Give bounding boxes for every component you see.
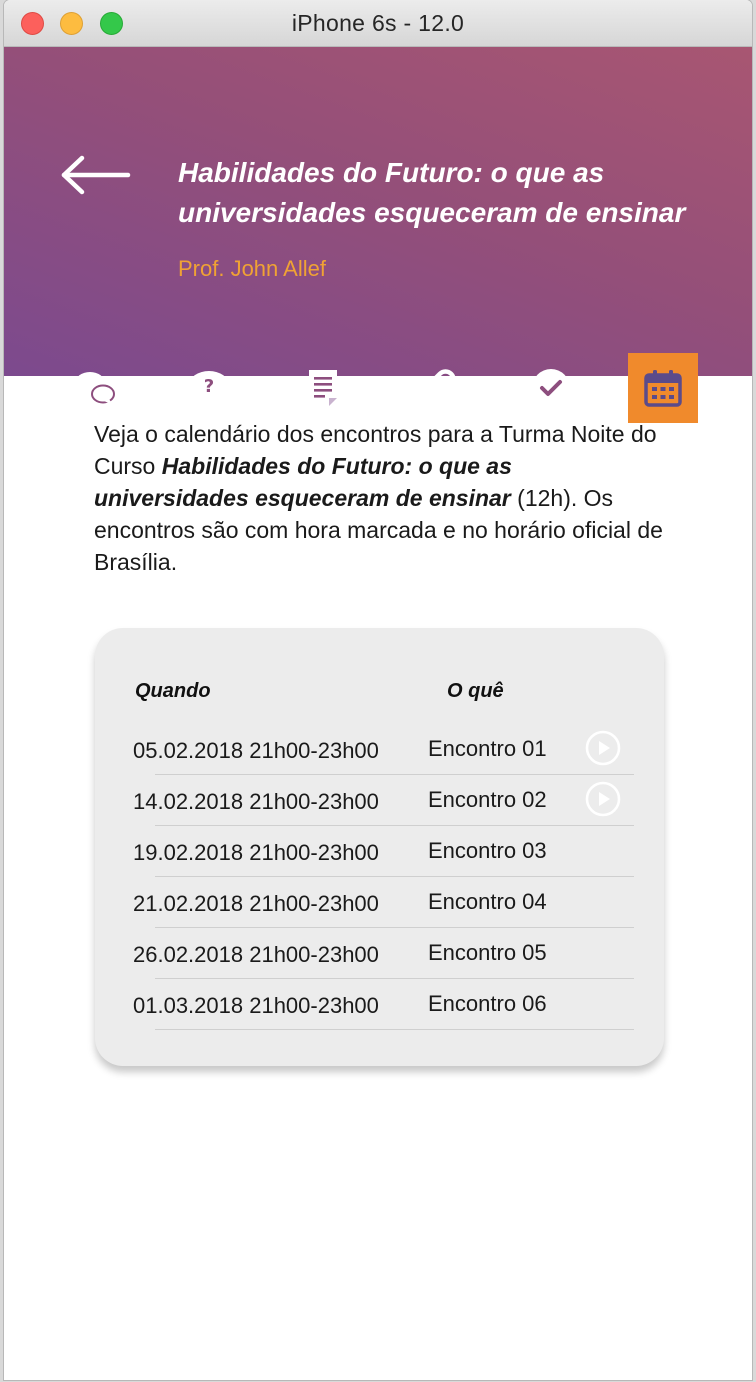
row-when: 26.02.2018 21h00-23h00	[133, 942, 379, 967]
play-icon[interactable]	[585, 730, 621, 766]
tab-documents[interactable]	[288, 353, 358, 423]
checkmark-circle-icon	[532, 369, 570, 407]
tab-questions[interactable]: ?	[174, 353, 244, 423]
chat-bubbles-icon	[75, 372, 115, 405]
minimize-window-button[interactable]	[60, 12, 83, 35]
row-what: Encontro 05	[428, 940, 547, 965]
play-icon[interactable]	[585, 781, 621, 817]
row-what: Encontro 06	[428, 991, 547, 1016]
column-header-when: Quando	[135, 680, 211, 702]
svg-text:?: ?	[204, 376, 214, 397]
row-what: Encontro 01	[428, 736, 547, 761]
intro-paragraph: Veja o calendário dos encontros para a T…	[94, 418, 664, 578]
question-bubble-icon: ?	[189, 371, 229, 405]
table-row: 14.02.2018 21h00-23h00 Encontro 02	[95, 775, 664, 826]
row-when: 14.02.2018 21h00-23h00	[133, 789, 379, 814]
row-when: 01.03.2018 21h00-23h00	[133, 993, 379, 1018]
table-row: 26.02.2018 21h00-23h00 Encontro 05	[95, 928, 664, 979]
section-tab-bar: ?	[4, 353, 752, 423]
row-what: Encontro 04	[428, 889, 547, 914]
tab-links[interactable]	[402, 353, 472, 423]
simulator-window: iPhone 6s - 12.0 Habilidades do Futuro: …	[4, 0, 752, 1380]
tab-discussion[interactable]	[60, 353, 130, 423]
table-row: 19.02.2018 21h00-23h00 Encontro 03	[95, 826, 664, 877]
tab-tasks[interactable]	[516, 353, 586, 423]
row-when: 21.02.2018 21h00-23h00	[133, 891, 379, 916]
maximize-window-button[interactable]	[100, 12, 123, 35]
row-what: Encontro 02	[428, 787, 547, 812]
professor-name: Prof. John Allef	[178, 256, 326, 281]
table-row: 01.03.2018 21h00-23h00 Encontro 06	[95, 979, 664, 1030]
calendar-icon	[644, 370, 682, 407]
column-header-what: O quê	[447, 680, 504, 702]
row-divider	[155, 1029, 634, 1030]
schedule-card: Quando O quê 05.02.2018 21h00-23h00 Enco…	[95, 628, 664, 1066]
table-row: 05.02.2018 21h00-23h00 Encontro 01	[95, 724, 664, 775]
table-row: 21.02.2018 21h00-23h00 Encontro 04	[95, 877, 664, 928]
document-icon	[309, 370, 337, 406]
tab-calendar[interactable]	[628, 353, 698, 423]
window-title: iPhone 6s - 12.0	[291, 9, 465, 36]
window-titlebar: iPhone 6s - 12.0	[4, 0, 752, 47]
row-when: 19.02.2018 21h00-23h00	[133, 840, 379, 865]
row-when: 05.02.2018 21h00-23h00	[133, 738, 379, 763]
course-header: Habilidades do Futuro: o que as universi…	[4, 47, 752, 423]
close-window-button[interactable]	[21, 12, 44, 35]
row-what: Encontro 03	[428, 838, 547, 863]
course-title: Habilidades do Futuro: o que as universi…	[178, 157, 686, 228]
arrow-left-icon	[61, 155, 131, 195]
back-button[interactable]	[58, 155, 132, 195]
link-icon	[418, 369, 456, 407]
